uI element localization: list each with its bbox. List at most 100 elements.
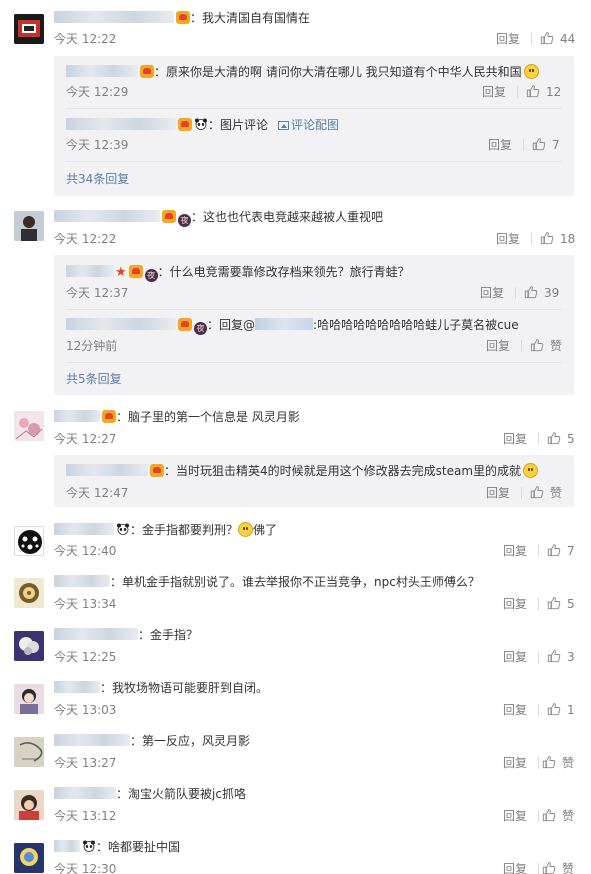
thumbs-up-icon (530, 485, 544, 499)
username[interactable] (66, 318, 176, 330)
reply-text: 当时玩狙击精英4的时候就是用这个修改器去完成steam里的成就 (176, 464, 522, 478)
avatar[interactable] (14, 843, 44, 873)
reply-button[interactable]: 回复 (496, 231, 520, 247)
like-button[interactable]: 44 (540, 31, 575, 47)
avatar[interactable] (14, 790, 44, 820)
comment-time: 今天 13:34 (54, 597, 117, 611)
reply-button[interactable]: 回复 (503, 543, 527, 559)
thumbs-up-icon (530, 338, 544, 352)
smile-emoji-icon (238, 522, 254, 537)
like-count: 3 (567, 650, 575, 664)
avatar[interactable] (14, 578, 44, 608)
avatar[interactable] (14, 737, 44, 767)
divider (538, 810, 539, 822)
panda-icon (194, 118, 208, 130)
thumbs-up-icon (547, 543, 561, 557)
divider (66, 161, 562, 162)
reply-thread: ：原来你是大清的啊 请问你大清在哪儿 我只知道有个中华人民共和国 今天 12:2… (54, 56, 574, 196)
thumbs-up-icon (547, 649, 561, 663)
username[interactable] (66, 265, 114, 277)
night-badge-icon: 夜 (194, 322, 207, 335)
comment-body: ：淘宝火箭队要被jc抓咯 (54, 786, 246, 802)
like-button[interactable]: 5 (547, 596, 575, 612)
thumbs-up-icon (540, 31, 554, 45)
like-count: 12 (546, 85, 562, 99)
reply-text: 哈哈哈哈哈哈哈哈哈蛙儿子莫名被cue (317, 318, 519, 332)
comment-time: 今天 12:30 (54, 862, 117, 874)
username[interactable] (54, 681, 100, 693)
like-button[interactable]: 7 (532, 137, 560, 153)
more-replies-link[interactable]: 共5条回复 (66, 371, 122, 387)
view-pic-comment-link[interactable]: 评论配图 (291, 118, 339, 132)
like-count: 5 (567, 597, 575, 611)
username[interactable] (54, 210, 160, 222)
like-count: 5 (567, 432, 575, 446)
comment-text: 我大清国自有国情在 (202, 11, 311, 25)
like-button[interactable]: 7 (547, 543, 575, 559)
like-button[interactable]: 赞 (542, 808, 574, 824)
username[interactable] (54, 734, 130, 746)
like-button[interactable]: 18 (540, 231, 575, 247)
comment-body: ：单机金手指就别说了。谁去举报你不正当竞争，npc村头王师傅么？ (54, 574, 480, 590)
reply-button[interactable]: 回复 (496, 31, 520, 47)
thumbs-up-icon (532, 137, 546, 151)
username[interactable] (54, 575, 110, 587)
like-button[interactable]: 赞 (542, 755, 574, 771)
comment-text: 啥都要扯中国 (108, 840, 181, 854)
avatar[interactable] (14, 631, 44, 661)
reply-button[interactable]: 回复 (503, 431, 527, 447)
night-badge-icon: 夜 (144, 269, 158, 282)
reply-button[interactable]: 回复 (486, 485, 510, 501)
like-button[interactable]: 赞 (542, 861, 574, 874)
avatar[interactable] (14, 14, 44, 44)
avatar[interactable] (14, 411, 44, 441)
comment-time: 今天 12:25 (54, 650, 117, 664)
like-button[interactable]: 赞 (530, 338, 562, 354)
reply-button[interactable]: 回复 (503, 808, 527, 824)
avatar[interactable] (14, 211, 44, 241)
username[interactable] (66, 464, 148, 476)
username[interactable] (66, 65, 138, 77)
reply-button[interactable]: 回复 (488, 137, 512, 153)
like-button[interactable]: 赞 (530, 485, 562, 501)
comment-time: 今天 13:03 (54, 703, 117, 717)
reply-item: ：原来你是大清的啊 请问你大清在哪儿 我只知道有个中华人民共和国 (66, 64, 539, 80)
username[interactable] (66, 118, 176, 130)
reply-button[interactable]: 回复 (486, 338, 510, 354)
comment-text: 金手指都要判刑？ (142, 523, 239, 537)
like-button[interactable]: 5 (547, 431, 575, 447)
like-button[interactable]: 3 (547, 649, 575, 665)
comment-text: 脑子里的第一个信息是 风灵月影 (128, 410, 300, 424)
thumbs-up-icon (542, 808, 556, 822)
night-badge-icon: 夜 (178, 214, 191, 227)
username[interactable] (54, 840, 80, 852)
thumbs-up-icon (540, 231, 554, 245)
username[interactable] (54, 523, 114, 535)
image-icon (278, 121, 290, 130)
avatar[interactable] (14, 684, 44, 714)
reply-button[interactable]: 回复 (482, 84, 506, 100)
reply-button[interactable]: 回复 (503, 861, 527, 874)
reply-text: 原来你是大清的啊 请问你大清在哪儿 我只知道有个中华人民共和国 (166, 65, 522, 79)
username[interactable] (54, 410, 100, 422)
comment-body: ：啥都要扯中国 (54, 839, 180, 855)
divider (523, 139, 524, 151)
like-button[interactable]: 39 (524, 285, 559, 301)
mention-link[interactable] (255, 318, 314, 330)
like-button[interactable]: 12 (526, 84, 561, 100)
like-button[interactable]: 1 (547, 702, 575, 718)
reply-button[interactable]: 回复 (503, 649, 527, 665)
reply-button[interactable]: 回复 (503, 702, 527, 718)
avatar[interactable] (14, 526, 44, 556)
reply-button[interactable]: 回复 (503, 596, 527, 612)
more-replies-link[interactable]: 共34条回复 (66, 171, 129, 187)
username[interactable] (54, 11, 174, 23)
thumbs-up-icon (526, 84, 540, 98)
username[interactable] (54, 787, 116, 799)
comment-body: ：金手指都要判刑？ 佛了 (54, 522, 277, 538)
reply-button[interactable]: 回复 (480, 285, 504, 301)
comment-time: 今天 12:22 (54, 32, 117, 46)
member-badge-icon (102, 410, 116, 423)
reply-button[interactable]: 回复 (503, 755, 527, 771)
username[interactable] (54, 628, 138, 640)
